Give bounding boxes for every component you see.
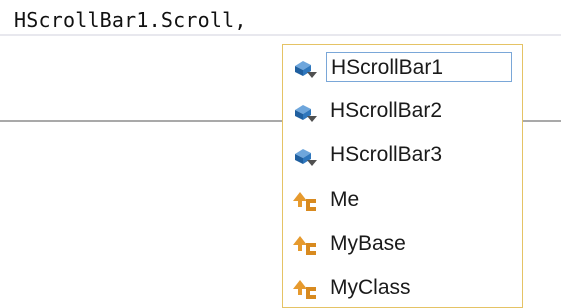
completion-item-label: HScrollBar2 (330, 99, 443, 122)
completion-item-label: HScrollBar1 (326, 52, 512, 82)
field-icon (295, 149, 317, 166)
keyword-icon (293, 236, 316, 255)
keyword-icon (293, 192, 316, 211)
intellisense-completion-list[interactable]: HScrollBar1 HScrollBar2 HScrollBar3 Me M… (282, 44, 523, 308)
field-icon (295, 61, 317, 78)
completion-item-label: Me (330, 188, 360, 211)
completion-item-hscrollbar3[interactable]: HScrollBar3 (285, 136, 521, 174)
completion-item-label: HScrollBar3 (330, 143, 443, 166)
keyword-icon (293, 280, 316, 299)
completion-item-myclass[interactable]: MyClass (285, 269, 521, 307)
completion-item-label: MyClass (330, 276, 411, 299)
completion-item-hscrollbar2[interactable]: HScrollBar2 (285, 92, 521, 130)
completion-item-mybase[interactable]: MyBase (285, 225, 521, 263)
completion-item-hscrollbar1[interactable]: HScrollBar1 (285, 48, 521, 86)
completion-item-label: MyBase (330, 232, 406, 255)
field-icon (295, 105, 317, 122)
code-line[interactable]: HScrollBar1.Scroll, (0, 0, 561, 36)
code-editor[interactable]: HScrollBar1.Scroll, HScrollBar1 HScrollB… (0, 0, 561, 308)
code-text: HScrollBar1.Scroll, (14, 8, 247, 32)
completion-item-me[interactable]: Me (285, 181, 521, 219)
